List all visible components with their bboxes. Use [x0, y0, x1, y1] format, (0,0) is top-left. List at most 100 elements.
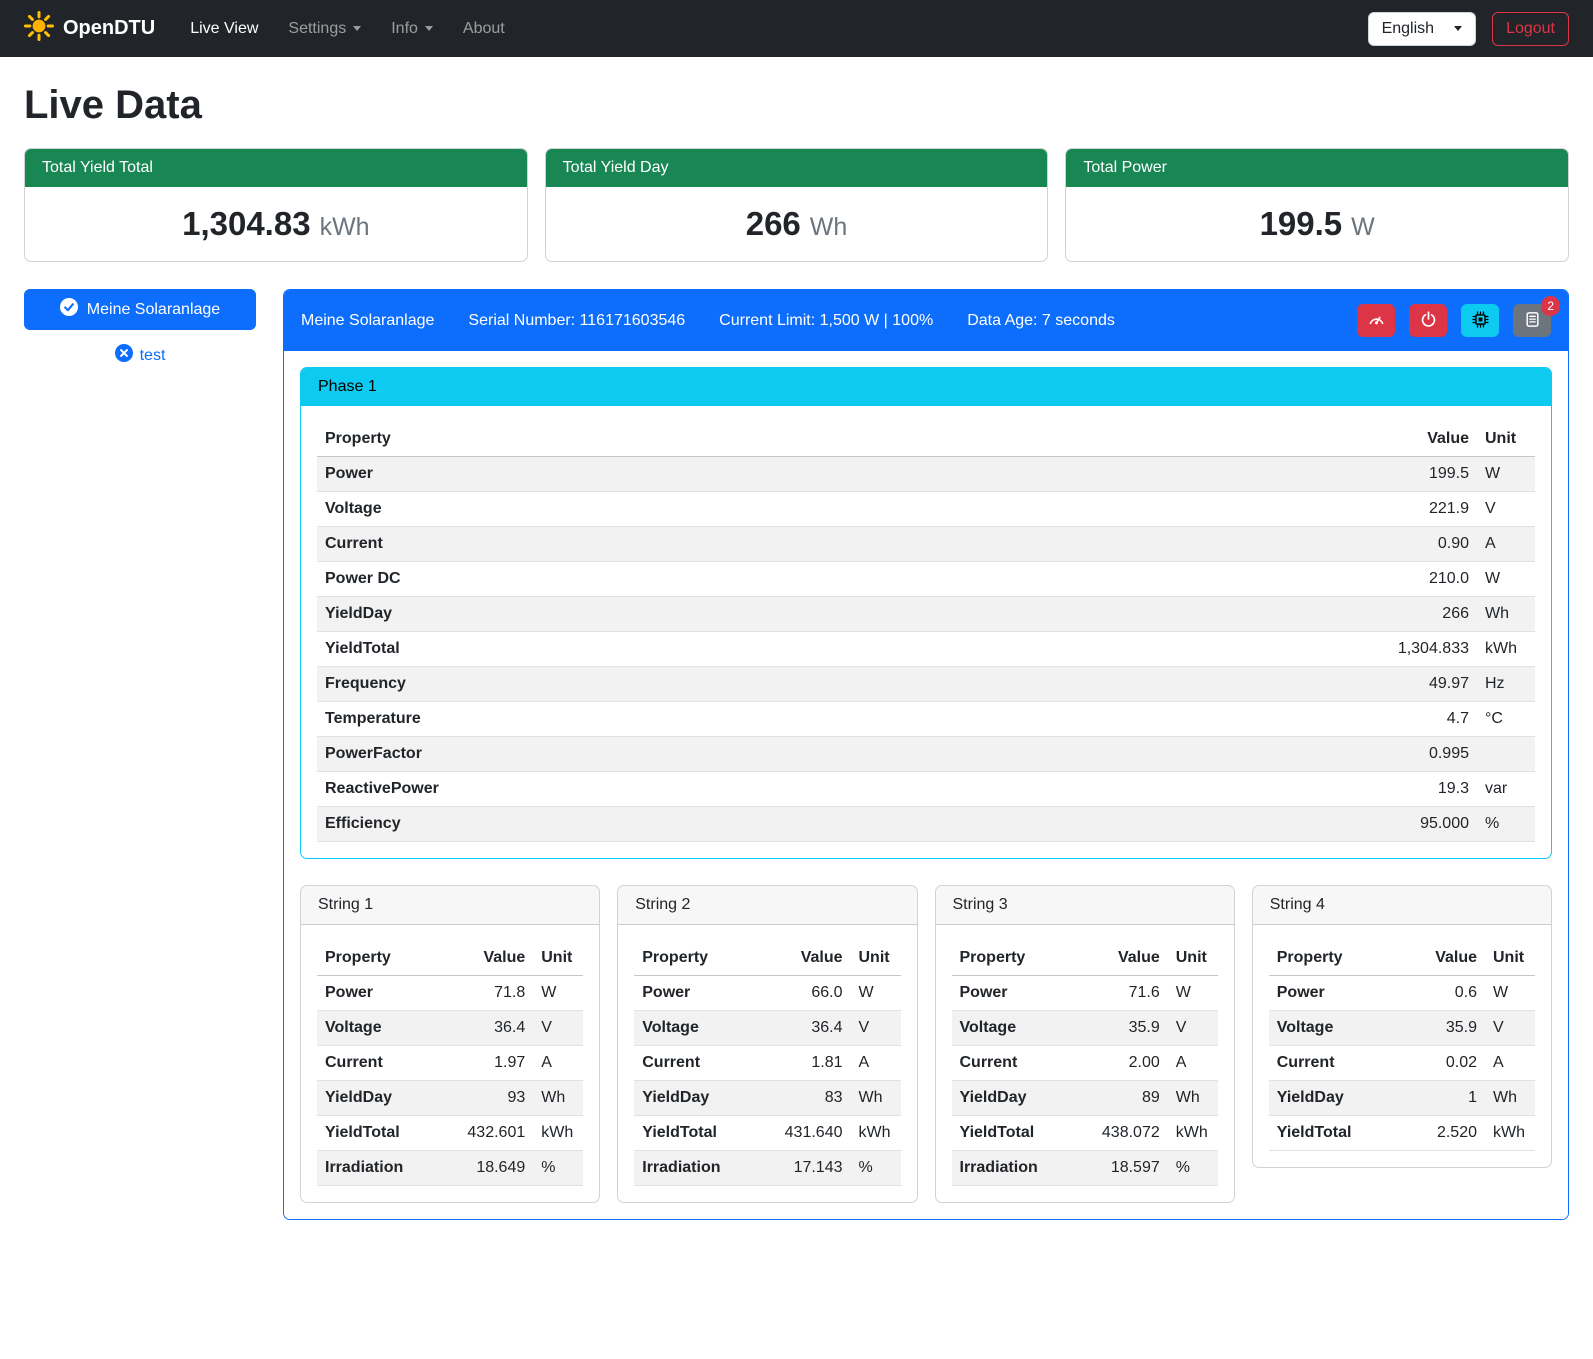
table-row: YieldDay 266 Wh — [317, 597, 1535, 632]
summary-cards: Total Yield Total 1,304.83kWh Total Yiel… — [24, 148, 1569, 262]
value-cell: 95.000 — [1365, 807, 1477, 842]
unit-cell — [1477, 737, 1535, 772]
limit-settings-button[interactable] — [1357, 304, 1395, 337]
property-cell: Power — [317, 457, 1365, 492]
unit-cell: % — [1477, 807, 1535, 842]
table-row: Current 1.81 A — [634, 1046, 900, 1081]
property-cell: Power DC — [317, 562, 1365, 597]
value-cell: 83 — [775, 1081, 851, 1116]
property-cell: YieldTotal — [317, 632, 1365, 667]
unit-cell: V — [1168, 1011, 1218, 1046]
inverter-select-button[interactable]: Meine Solaranlage — [24, 289, 256, 330]
nav-settings[interactable]: Settings — [273, 12, 376, 46]
table-row: YieldDay 93 Wh — [317, 1081, 583, 1116]
unit-cell: A — [851, 1046, 901, 1081]
string-2-card: String 2 Property Value Unit — [617, 885, 917, 1203]
property-cell: Voltage — [317, 1011, 457, 1046]
sun-icon — [24, 11, 54, 47]
unit-header: Unit — [1477, 422, 1535, 457]
power-settings-button[interactable] — [1409, 304, 1447, 337]
total-power-card: Total Power 199.5W — [1065, 148, 1569, 262]
table-row: Current 1.97 A — [317, 1046, 583, 1081]
total-yield-total-card: Total Yield Total 1,304.83kWh — [24, 148, 528, 262]
inverter-selector: Meine Solaranlage test — [24, 289, 256, 367]
value-header: Value — [1409, 941, 1485, 976]
table-row: Power DC 210.0 W — [317, 562, 1535, 597]
language-select[interactable]: English — [1368, 12, 1476, 46]
page-container: Live Data Total Yield Total 1,304.83kWh … — [0, 57, 1593, 1248]
check-circle-icon — [60, 298, 78, 321]
unit-cell: % — [533, 1151, 583, 1186]
unit-cell: A — [1485, 1046, 1535, 1081]
logout-button[interactable]: Logout — [1492, 12, 1569, 46]
property-cell: Voltage — [634, 1011, 774, 1046]
card-value: 266 — [746, 205, 801, 242]
event-log-button[interactable]: 2 — [1513, 304, 1551, 337]
unit-cell: A — [1477, 527, 1535, 562]
table-row: Power 199.5 W — [317, 457, 1535, 492]
nav-info-label: Info — [391, 20, 418, 38]
inverter-panel-header: Meine Solaranlage Serial Number: 1161716… — [284, 290, 1568, 351]
table-row: YieldDay 89 Wh — [952, 1081, 1218, 1116]
table-row: PowerFactor 0.995 — [317, 737, 1535, 772]
language-select-value: English — [1382, 20, 1434, 38]
nav-settings-label: Settings — [288, 20, 346, 38]
nav-info[interactable]: Info — [376, 12, 448, 46]
value-cell: 4.7 — [1365, 702, 1477, 737]
string-3-table: Property Value Unit Power 71.6 W Voltage… — [952, 941, 1218, 1186]
nav-about[interactable]: About — [448, 12, 520, 46]
table-row: Voltage 36.4 V — [634, 1011, 900, 1046]
inverter-item-test-label: test — [140, 347, 166, 365]
property-cell: YieldTotal — [952, 1116, 1092, 1151]
page-title: Live Data — [24, 83, 1569, 128]
inverter-select-label: Meine Solaranlage — [87, 301, 220, 319]
unit-cell: V — [1477, 492, 1535, 527]
string-card-title: String 2 — [618, 886, 916, 925]
unit-cell: A — [1168, 1046, 1218, 1081]
value-cell: 18.649 — [457, 1151, 533, 1186]
property-cell: Current — [317, 1046, 457, 1081]
brand[interactable]: OpenDTU — [24, 11, 155, 47]
value-header: Value — [1365, 422, 1477, 457]
phase-table: Property Value Unit Power 199.5 W Voltag… — [317, 422, 1535, 842]
property-cell: YieldDay — [317, 597, 1365, 632]
property-cell: Current — [952, 1046, 1092, 1081]
property-cell: Temperature — [317, 702, 1365, 737]
property-header: Property — [1269, 941, 1409, 976]
value-header: Value — [775, 941, 851, 976]
property-header: Property — [952, 941, 1092, 976]
nav-live-view[interactable]: Live View — [175, 12, 273, 46]
unit-cell: A — [533, 1046, 583, 1081]
caret-down-icon — [353, 26, 361, 31]
unit-cell: W — [851, 976, 901, 1011]
table-row: Current 2.00 A — [952, 1046, 1218, 1081]
navbar-right: English Logout — [1368, 12, 1569, 46]
string-card-title: String 3 — [936, 886, 1234, 925]
table-row: Irradiation 17.143 % — [634, 1151, 900, 1186]
property-cell: YieldTotal — [317, 1116, 457, 1151]
value-cell: 19.3 — [1365, 772, 1477, 807]
unit-cell: kWh — [1485, 1116, 1535, 1151]
table-row: YieldTotal 431.640 kWh — [634, 1116, 900, 1151]
table-row: Power 71.8 W — [317, 976, 583, 1011]
device-info-button[interactable] — [1461, 304, 1499, 337]
string-card-title: String 4 — [1253, 886, 1551, 925]
value-cell: 71.8 — [457, 976, 533, 1011]
value-cell: 0.995 — [1365, 737, 1477, 772]
value-cell: 438.072 — [1092, 1116, 1168, 1151]
table-row: Current 0.90 A — [317, 527, 1535, 562]
value-cell: 0.90 — [1365, 527, 1477, 562]
nav-links: Live View Settings Info About — [175, 12, 1367, 46]
string-3-card: String 3 Property Value Unit — [935, 885, 1235, 1203]
inverter-name: Meine Solaranlage — [301, 312, 434, 330]
unit-cell: V — [851, 1011, 901, 1046]
property-cell: ReactivePower — [317, 772, 1365, 807]
card-value: 199.5 — [1260, 205, 1343, 242]
property-cell: YieldDay — [952, 1081, 1092, 1116]
inverter-item-test[interactable]: test — [24, 344, 256, 367]
data-age: Data Age: 7 seconds — [967, 312, 1115, 330]
table-row: YieldTotal 432.601 kWh — [317, 1116, 583, 1151]
unit-cell: W — [1485, 976, 1535, 1011]
table-row: YieldDay 1 Wh — [1269, 1081, 1535, 1116]
table-row: Voltage 36.4 V — [317, 1011, 583, 1046]
